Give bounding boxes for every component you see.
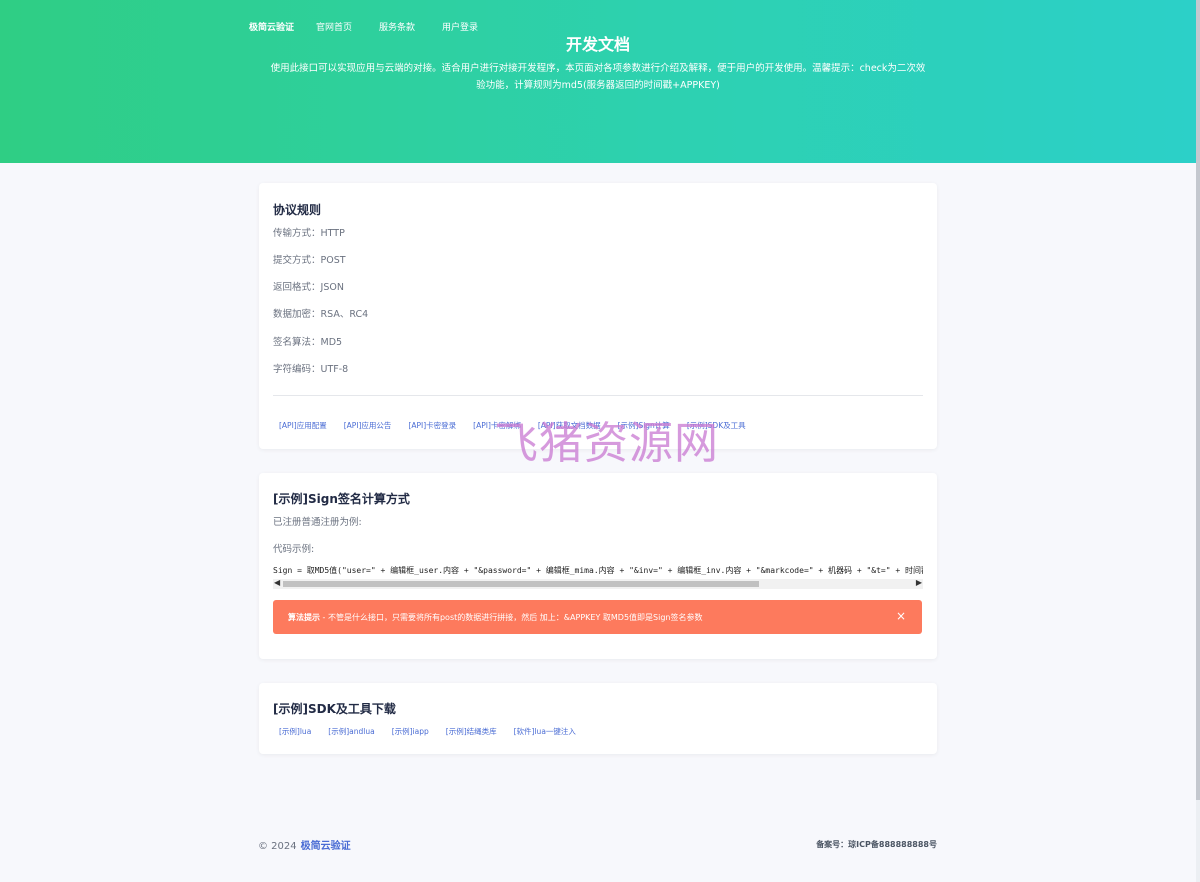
rule-label: 签名算法： [273,337,321,348]
rule-row: 字符编码：UTF-8 [273,361,348,375]
footer-brand-link[interactable]: 极简云验证 [301,841,351,852]
rule-label: 数据加密： [273,309,321,320]
page-description-line1: 使用此接口可以实现应用与云端的对接。适合用户进行对接开发程序，本页面对各项参数进… [270,63,926,74]
rule-value: RSA、RC4 [320,309,369,320]
alert-text: 算法提示 - 不管是什么接口，只需要将所有post的数据进行拼接，然后 加上：&… [288,612,702,623]
rule-value: POST [320,255,346,266]
sdk-card: [示例]SDK及工具下载 [示例]lua [示例]andlua [示例]iapp… [259,683,937,754]
page-scrollbar-thumb[interactable] [1196,0,1200,800]
link-card-login[interactable]: [API]卡密登录 [408,420,456,431]
close-icon[interactable]: × [896,609,906,623]
code-label: 代码示例: [273,544,315,555]
code-scrollbar[interactable]: ◀ ▶ [273,578,923,589]
link-jieshen[interactable]: [示例]结绳类库 [446,726,497,737]
footer-icp[interactable]: 备案号：琼ICP备888888888号 [816,839,937,850]
footer-copyright: © 2024 极简云验证 [258,837,351,852]
sign-title: [示例]Sign签名计算方式 [273,492,410,506]
divider [273,395,923,396]
rule-value: JSON [320,282,344,293]
rule-value: HTTP [320,228,345,239]
link-lua[interactable]: [示例]lua [279,726,311,737]
link-andlua[interactable]: [示例]andlua [328,726,374,737]
rule-row: 返回格式：JSON [273,279,344,293]
rule-row: 传输方式：HTTP [273,225,345,239]
page-title: 开发文档 [565,35,630,54]
algorithm-alert: 算法提示 - 不管是什么接口，只需要将所有post的数据进行拼接，然后 加上：&… [273,600,922,634]
copyright-text: © 2024 [258,841,297,852]
code-line: Sign = 取MD5值("user=" + 编辑框_user.内容 + "&p… [273,566,923,575]
page-description-line2: 验功能，计算规则为md5(服务器返回的时间戳+APPKEY) [476,80,720,91]
link-lua-inject[interactable]: [软件]lua一键注入 [514,726,576,737]
link-app-config[interactable]: [API]应用配置 [279,420,327,431]
sign-subtitle: 已注册普通注册为例: [273,517,362,528]
watermark: 飞猪资源网 [494,418,719,469]
rule-row: 提交方式：POST [273,252,346,266]
page-scrollbar[interactable] [1196,0,1200,882]
link-iapp[interactable]: [示例]iapp [392,726,429,737]
rule-label: 字符编码： [273,364,321,375]
scroll-left-icon[interactable]: ◀ [274,578,280,587]
alert-bold: 算法提示 [288,613,320,622]
alert-message: - 不管是什么接口，只需要将所有post的数据进行拼接，然后 加上：&APPKE… [320,613,703,622]
sdk-title: [示例]SDK及工具下载 [273,702,396,716]
rule-label: 返回格式： [273,282,321,293]
code-scrollbar-thumb[interactable] [283,581,759,587]
sdk-link-row: [示例]lua [示例]andlua [示例]iapp [示例]结绳类库 [软件… [279,726,593,737]
rule-row: 签名算法：MD5 [273,334,342,348]
scroll-right-icon[interactable]: ▶ [916,578,922,587]
protocol-title: 协议规则 [273,203,322,217]
link-app-notice[interactable]: [API]应用公告 [344,420,392,431]
page-description: 使用此接口可以实现应用与云端的对接。适合用户进行对接开发程序，本页面对各项参数进… [250,60,946,94]
rule-value: UTF-8 [320,364,349,375]
sign-card: [示例]Sign签名计算方式 已注册普通注册为例: 代码示例: Sign = 取… [259,473,937,659]
rule-label: 提交方式： [273,255,321,266]
rule-value: MD5 [320,337,343,348]
rule-row: 数据加密：RSA、RC4 [273,306,368,320]
rule-label: 传输方式： [273,228,321,239]
